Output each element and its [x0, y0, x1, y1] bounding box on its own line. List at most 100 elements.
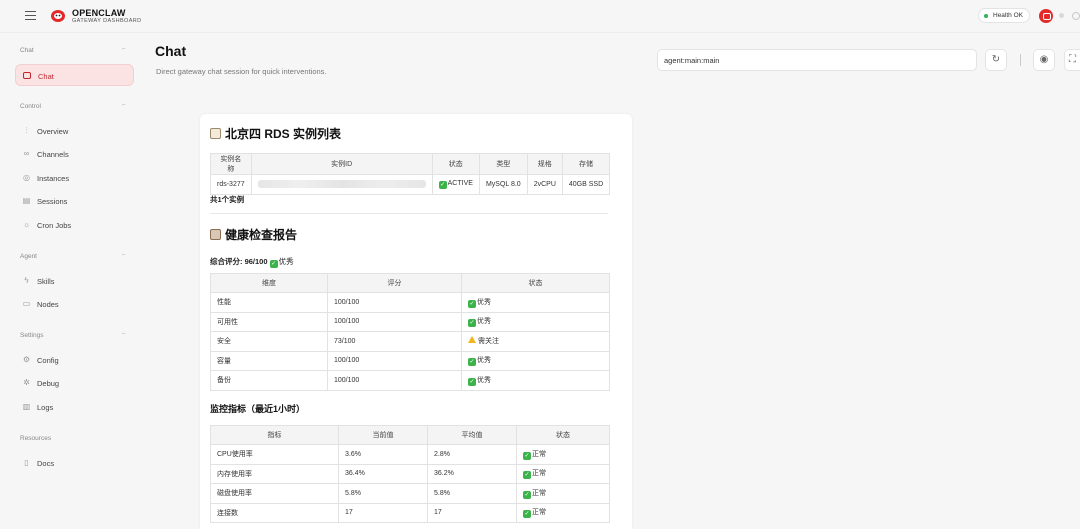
sidebar-item-label: Sessions: [37, 197, 68, 206]
table-header: 实例ID: [250, 153, 433, 175]
focus-icon[interactable]: ⛶: [1064, 49, 1080, 71]
chat-avatar-icon[interactable]: [1039, 9, 1053, 23]
section-chat: Chat: [20, 47, 34, 54]
sidebar-item-label: Config: [37, 356, 59, 365]
sidebar-item-skills[interactable]: ϟ Skills: [15, 270, 134, 292]
sidebar-item-overview[interactable]: ⫶ Overview: [15, 120, 134, 142]
metric-current: 3.6%: [338, 444, 428, 465]
check-icon: ✓: [468, 299, 476, 308]
chevron-icon[interactable]: –: [122, 252, 125, 258]
table-header-row: 维度 评分 状态: [210, 273, 610, 293]
metric-current: 36.4%: [338, 463, 428, 484]
metric-average: 2.8%: [427, 444, 517, 465]
metrics-heading: 监控指标（最近1小时）: [210, 404, 306, 414]
sidebar-item-instances[interactable]: ◎ Instances: [15, 167, 134, 189]
sidebar-item-label: Instances: [37, 174, 70, 183]
session-key-input[interactable]: [657, 49, 977, 71]
check-icon: ✓: [523, 510, 531, 519]
sidebar-item-sessions[interactable]: ▤ Sessions: [15, 190, 134, 212]
sidebar-item-label: Docs: [37, 459, 55, 468]
sidebar-item-debug[interactable]: ✲ Debug: [15, 372, 134, 394]
sidebar-item-logs[interactable]: ▥ Logs: [15, 396, 134, 418]
table-row: 安全 73/100 需关注: [210, 331, 610, 352]
table-row: 备份 100/100 ✓ 优秀: [210, 370, 610, 391]
metric-name: CPU使用率: [210, 444, 339, 465]
instances-heading: 北京四 RDS 实例列表: [210, 125, 341, 142]
page-subtitle: Direct gateway chat session for quick in…: [156, 67, 327, 76]
openclaw-logo: [51, 10, 65, 22]
health-score-value: 100/100: [327, 292, 462, 313]
broadcast-icon: ◎: [23, 173, 30, 182]
health-score-value: 100/100: [327, 370, 462, 391]
menu-icon[interactable]: [25, 11, 36, 21]
refresh-icon[interactable]: ↻: [985, 49, 1007, 71]
health-value: OK: [1013, 12, 1024, 19]
metrics-table: 指标 当前值 平均值 状态 CPU使用率 3.6% 2.8% ✓ 正常 内存使用率…: [210, 425, 610, 523]
table-header-row: 实例名称 实例ID 状态 类型 规格 存储: [210, 153, 611, 175]
table-header: 指标: [210, 425, 339, 445]
table-header: 实例名称: [210, 153, 252, 175]
brain-icon[interactable]: ◉: [1033, 49, 1055, 71]
metric-name: 连接数: [210, 502, 339, 523]
top-bar: OPENCLAW GATEWAY DASHBOARD Health OK: [0, 0, 1080, 33]
instances-table: 实例名称 实例ID 状态 类型 规格 存储 rds-3277 ✓ ACTIVE M…: [210, 153, 611, 195]
health-dimension: 容量: [210, 350, 328, 371]
section-resources: Resources: [20, 435, 52, 442]
table-header: 状态: [516, 425, 610, 445]
document-icon: ▤: [22, 196, 31, 205]
sidebar-item-label: Cron Jobs: [37, 221, 72, 230]
bolt-icon: ϟ: [24, 276, 29, 285]
table-header: 当前值: [338, 425, 428, 445]
sidebar-item-label: Nodes: [37, 300, 59, 309]
brand-title: OPENCLAW: [72, 8, 126, 18]
chevron-icon[interactable]: –: [122, 102, 125, 108]
section-settings: Settings: [20, 332, 44, 339]
chevron-icon[interactable]: –: [122, 46, 125, 52]
check-icon: ✓: [438, 180, 447, 189]
instance-name: rds-3277: [210, 174, 252, 195]
status-dot-icon[interactable]: [1059, 13, 1064, 18]
table-header: 规格: [526, 153, 563, 175]
sidebar-item-channels[interactable]: ∞ Channels: [15, 143, 134, 165]
sidebar-item-label: Skills: [37, 277, 55, 286]
check-icon: ✓: [523, 451, 531, 460]
table-header: 状态: [431, 153, 480, 175]
gear-icon: ⚙: [22, 355, 31, 364]
sidebar-item-label: Logs: [37, 403, 54, 412]
instance-spec: 2vCPU: [526, 174, 563, 195]
table-row: 连接数 17 17 ✓ 正常: [210, 502, 610, 523]
health-dimension: 备份: [210, 370, 328, 391]
sidebar-item-label: Channels: [37, 150, 69, 159]
chat-icon: [23, 72, 31, 79]
divider: [1020, 54, 1021, 66]
sidebar-item-config[interactable]: ⚙ Config: [15, 349, 134, 371]
health-dimension: 性能: [210, 292, 328, 313]
brand-subtitle: GATEWAY DASHBOARD: [72, 18, 142, 24]
health-table: 维度 评分 状态 性能 100/100 ✓ 优秀 可用性 100/100 ✓ 优秀 …: [210, 273, 610, 391]
table-row: 可用性 100/100 ✓ 优秀: [210, 311, 610, 332]
chevron-icon[interactable]: –: [122, 331, 125, 337]
sidebar-item-chat[interactable]: Chat: [15, 64, 134, 86]
hospital-icon: [210, 229, 221, 240]
sun-icon: ☼: [22, 220, 31, 229]
metric-status: ✓ 正常: [516, 483, 610, 504]
table-header: 状态: [461, 273, 610, 293]
metric-status: ✓ 正常: [516, 502, 610, 523]
sidebar-item-docs[interactable]: ▯ Docs: [15, 452, 134, 474]
check-icon: ✓: [468, 377, 476, 386]
sidebar-item-cron-jobs[interactable]: ☼ Cron Jobs: [15, 214, 134, 236]
health-score-value: 73/100: [327, 331, 462, 352]
section-control: Control: [20, 103, 41, 110]
health-heading: 健康检查报告: [210, 226, 297, 243]
health-dimension: 安全: [210, 331, 328, 352]
instance-type: MySQL 8.0: [478, 174, 528, 195]
sidebar-item-nodes[interactable]: ▭ Nodes: [15, 293, 134, 315]
sidebar: Chat – Chat Control – ⫶ Overview ∞ Chann…: [0, 33, 142, 529]
chat-message: 北京四 RDS 实例列表 实例名称 实例ID 状态 类型 规格 存储 rds-3…: [200, 114, 632, 529]
metric-status: ✓ 正常: [516, 444, 610, 465]
instance-storage: 40GB SSD: [561, 174, 611, 195]
book-icon: ▯: [24, 458, 29, 467]
instance-count: 共1个实例: [210, 195, 245, 204]
page-title: Chat: [155, 43, 187, 59]
theme-toggle-icon[interactable]: [1072, 12, 1080, 20]
